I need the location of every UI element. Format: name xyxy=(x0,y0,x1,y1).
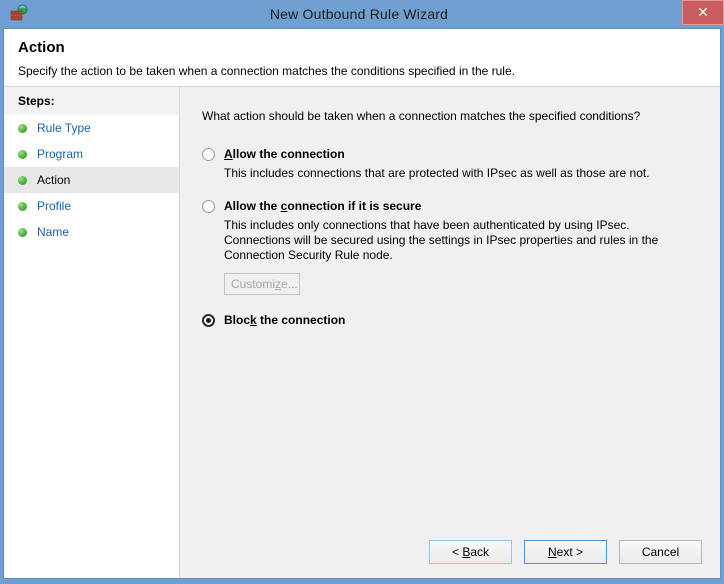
dialog-body: Action Specify the action to be taken wh… xyxy=(3,28,721,579)
question-text: What action should be taken when a conne… xyxy=(202,109,641,123)
option-desc-allow-if-secure: This includes only connections that have… xyxy=(224,218,659,262)
sidebar-item-label: Rule Type xyxy=(37,121,91,135)
close-button[interactable]: ✕ xyxy=(682,0,724,25)
option-title-allow-if-secure: Allow the connection if it is secure xyxy=(224,199,421,213)
close-icon: ✕ xyxy=(697,4,709,21)
sidebar-item-rule-type[interactable]: Rule Type xyxy=(4,115,179,141)
radio-allow-icon[interactable] xyxy=(202,148,215,161)
option-title-accel: A xyxy=(224,147,233,161)
main-pane: What action should be taken when a conne… xyxy=(180,87,720,578)
next-button[interactable]: Next > xyxy=(524,540,607,564)
radio-row-allow[interactable]: Allow the connection xyxy=(202,147,700,161)
option-desc-allow: This includes connections that are prote… xyxy=(224,166,650,180)
title-bar: New Outbound Rule Wizard ✕ xyxy=(0,0,724,28)
customize-button-wrap: Customize... xyxy=(224,273,700,295)
sidebar-item-label: Program xyxy=(37,147,84,161)
customize-button[interactable]: Customize... xyxy=(224,273,300,295)
customize-label-pre: Customi xyxy=(231,277,276,291)
option-title-post: llow the connection xyxy=(232,147,345,161)
radio-allow-if-secure-icon[interactable] xyxy=(202,200,215,213)
option-allow-the-connection: Allow the connection This includes conne… xyxy=(202,147,700,181)
option-title-post: onnection if it is secure xyxy=(287,199,422,213)
back-button[interactable]: < Back xyxy=(429,540,512,564)
option-block-the-connection: Block the connection xyxy=(202,313,700,327)
sidebar-item-label: Action xyxy=(37,173,71,187)
step-bullet-icon xyxy=(18,175,27,185)
window-title: New Outbound Rule Wizard xyxy=(269,6,449,22)
radio-block-icon[interactable] xyxy=(202,314,215,327)
customize-label-post: e... xyxy=(281,277,298,291)
sidebar-item-action[interactable]: Action xyxy=(4,167,179,193)
wizard-window: New Outbound Rule Wizard ✕ Action Specif… xyxy=(0,0,724,584)
next-label-accel: N xyxy=(547,545,557,559)
step-bullet-icon xyxy=(18,149,27,159)
option-title-post: the connection xyxy=(256,313,346,327)
back-label-pre: < xyxy=(451,545,463,559)
steps-sidebar: Steps: Rule Type Program Action Profile xyxy=(4,87,180,578)
step-bullet-icon xyxy=(18,123,27,133)
content-split: Steps: Rule Type Program Action Profile xyxy=(4,87,720,578)
cancel-button[interactable]: Cancel xyxy=(619,540,702,564)
radio-row-block[interactable]: Block the connection xyxy=(202,313,700,327)
sidebar-item-program[interactable]: Program xyxy=(4,141,179,167)
sidebar-item-label: Profile xyxy=(37,199,72,213)
step-bullet-icon xyxy=(18,201,27,211)
option-title-accel: k xyxy=(250,313,257,327)
back-label-post: ack xyxy=(470,545,490,559)
option-title-pre: Bloc xyxy=(224,313,251,327)
option-title-allow: Allow the connection xyxy=(224,147,345,161)
next-label-post: ext > xyxy=(556,545,584,559)
page-title: Action xyxy=(18,39,65,56)
footer-buttons: < Back Next > Cancel xyxy=(180,540,720,564)
option-allow-if-secure: Allow the connection if it is secure Thi… xyxy=(202,199,700,295)
sidebar-item-name[interactable]: Name xyxy=(4,219,179,245)
option-title-block: Block the connection xyxy=(224,313,345,327)
page-subtitle: Specify the action to be taken when a co… xyxy=(18,64,515,78)
sidebar-item-profile[interactable]: Profile xyxy=(4,193,179,219)
header-band: Action Specify the action to be taken wh… xyxy=(4,29,720,87)
steps-header: Steps: xyxy=(4,87,179,115)
cancel-label: Cancel xyxy=(641,545,680,559)
firewall-globe-icon xyxy=(9,4,29,24)
option-title-pre: Allow the xyxy=(224,199,281,213)
radio-row-allow-if-secure[interactable]: Allow the connection if it is secure xyxy=(202,199,700,213)
step-bullet-icon xyxy=(18,227,27,237)
sidebar-item-label: Name xyxy=(37,225,70,239)
